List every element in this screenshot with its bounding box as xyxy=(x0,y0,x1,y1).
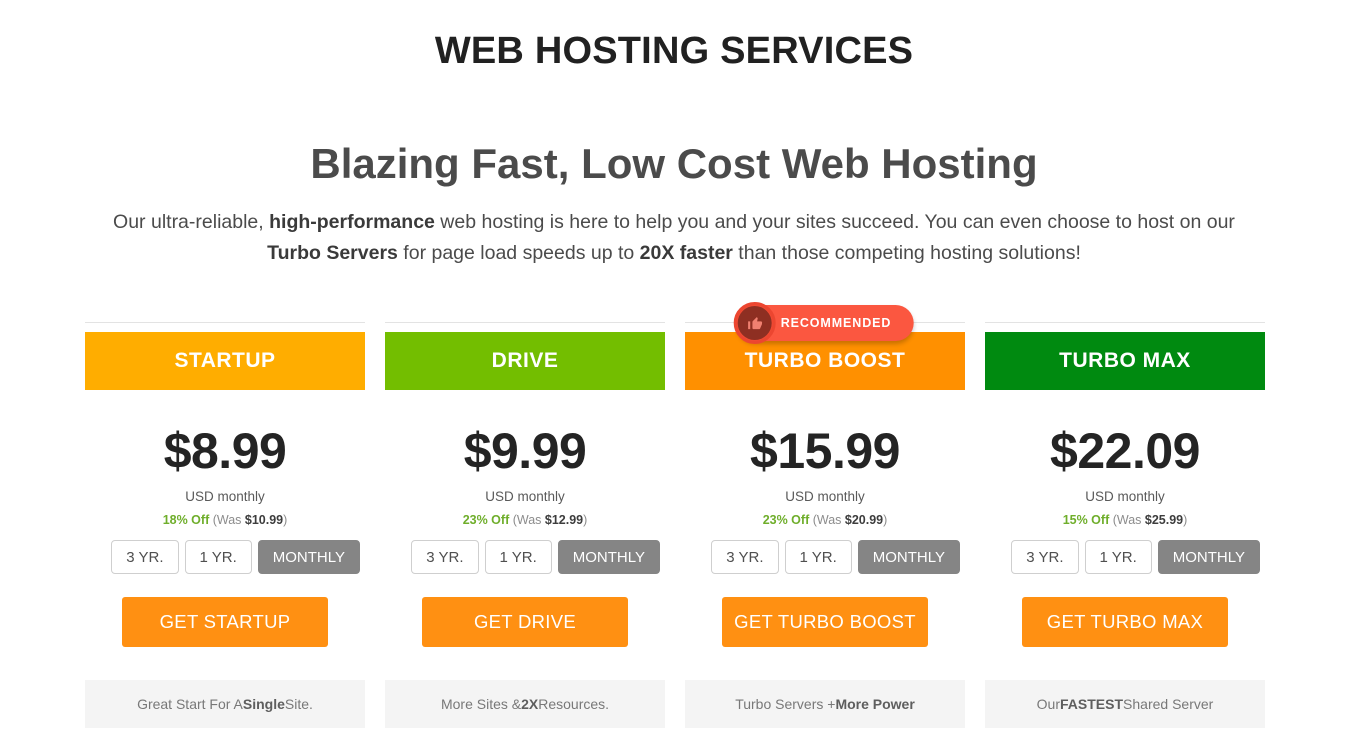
desc-text-4: than those competing hosting solutions! xyxy=(732,242,1081,264)
pricing-card: STARTUP $8.99 USD monthly 18% Off (Was $… xyxy=(85,322,365,728)
was-price: $20.99 xyxy=(844,513,884,527)
term-monthly-button[interactable]: MONTHLY xyxy=(557,540,660,574)
footer-text-post: Shared Server xyxy=(1123,696,1214,712)
plan-discount: 15% Off (Was $25.99) xyxy=(1063,513,1188,527)
term-monthly-button[interactable]: MONTHLY xyxy=(857,540,960,574)
term-3yr-button[interactable]: 3 YR. xyxy=(111,540,179,574)
plan-footer-note: Our FASTEST Shared Server xyxy=(985,680,1265,728)
pricing-plans-grid: STARTUP $8.99 USD monthly 18% Off (Was $… xyxy=(85,302,1265,728)
discount-percent: 23% Off xyxy=(762,513,810,527)
plan-discount: 23% Off (Was $12.99) xyxy=(463,513,588,527)
term-monthly-button[interactable]: MONTHLY xyxy=(257,540,360,574)
discount-percent: 23% Off xyxy=(462,513,510,527)
desc-text-1: Our ultra-reliable, xyxy=(113,211,270,233)
desc-text-3: for page load speeds up to xyxy=(397,242,640,264)
footer-text-bold: FASTEST xyxy=(1060,696,1124,712)
desc-bold-high-performance: high-performance xyxy=(269,211,435,233)
plan-price: $22.09 xyxy=(1050,423,1200,479)
plan-header: STARTUP xyxy=(85,332,365,390)
plan-name: STARTUP xyxy=(174,349,276,372)
was-prefix: (Was xyxy=(512,513,545,527)
plan-price: $15.99 xyxy=(750,423,900,479)
page-title: WEB HOSTING SERVICES xyxy=(434,30,914,72)
was-price: $12.99 xyxy=(544,513,584,527)
desc-text-2: web hosting is here to help you and your… xyxy=(434,211,1235,233)
plan-cta-button[interactable]: GET DRIVE xyxy=(422,597,628,647)
discount-percent: 18% Off xyxy=(162,513,210,527)
plan-discount: 23% Off (Was $20.99) xyxy=(763,513,888,527)
thumbs-up-icon xyxy=(733,302,776,344)
plan-price-unit: USD monthly xyxy=(485,489,565,504)
plan-price-unit: USD monthly xyxy=(1085,489,1165,504)
thumbs-up-icon-disc xyxy=(737,306,772,340)
term-selector: 3 YR. 1 YR. MONTHLY xyxy=(85,540,365,574)
term-1yr-button[interactable]: 1 YR. xyxy=(184,540,252,574)
plan-cta-button[interactable]: GET TURBO BOOST xyxy=(722,597,928,647)
plan-footer-note: Great Start For A Single Site. xyxy=(85,680,365,728)
plan-price-unit: USD monthly xyxy=(785,489,865,504)
footer-text-post: Site. xyxy=(284,696,313,712)
was-prefix: (Was xyxy=(1112,513,1145,527)
term-1yr-button[interactable]: 1 YR. xyxy=(484,540,552,574)
plan-cta-button[interactable]: GET TURBO MAX xyxy=(1022,597,1228,647)
plan-name: TURBO MAX xyxy=(1059,349,1191,372)
footer-text-bold: More Power xyxy=(835,696,915,712)
was-price: $10.99 xyxy=(244,513,284,527)
term-selector: 3 YR. 1 YR. MONTHLY xyxy=(985,540,1265,574)
footer-text-post: Resources. xyxy=(538,696,610,712)
was-price: $25.99 xyxy=(1144,513,1184,527)
footer-text-bold: Single xyxy=(242,696,285,712)
plan-price: $9.99 xyxy=(463,423,587,479)
was-suffix: ) xyxy=(883,513,888,527)
plan-header: TURBO MAX xyxy=(985,332,1265,390)
hero-heading: Blazing Fast, Low Cost Web Hosting xyxy=(310,140,1038,187)
term-3yr-button[interactable]: 3 YR. xyxy=(411,540,479,574)
term-1yr-button[interactable]: 1 YR. xyxy=(784,540,852,574)
term-selector: 3 YR. 1 YR. MONTHLY xyxy=(385,540,665,574)
plan-discount: 18% Off (Was $10.99) xyxy=(163,513,288,527)
was-suffix: ) xyxy=(283,513,288,527)
footer-text-bold: 2X xyxy=(521,696,539,712)
pricing-card: TURBO MAX $22.09 USD monthly 15% Off (Wa… xyxy=(985,322,1265,728)
plan-price-unit: USD monthly xyxy=(185,489,265,504)
was-suffix: ) xyxy=(1183,513,1188,527)
was-suffix: ) xyxy=(583,513,588,527)
recommended-badge-label: RECOMMENDED xyxy=(780,316,892,330)
pricing-page: WEB HOSTING SERVICES Blazing Fast, Low C… xyxy=(0,0,1348,751)
desc-bold-turbo-servers: Turbo Servers xyxy=(267,242,398,264)
plan-price: $8.99 xyxy=(163,423,287,479)
term-3yr-button[interactable]: 3 YR. xyxy=(1011,540,1079,574)
hero-description: Our ultra-reliable, high-performance web… xyxy=(84,207,1264,269)
term-selector: 3 YR. 1 YR. MONTHLY xyxy=(685,540,965,574)
term-3yr-button[interactable]: 3 YR. xyxy=(711,540,779,574)
plan-name: DRIVE xyxy=(491,349,559,372)
plan-footer-note: Turbo Servers + More Power xyxy=(685,680,965,728)
footer-text-pre: Turbo Servers + xyxy=(735,696,836,712)
desc-bold-20x-faster: 20X faster xyxy=(639,242,733,264)
plan-name: TURBO BOOST xyxy=(744,349,906,372)
recommended-badge: RECOMMENDED xyxy=(733,302,914,344)
was-prefix: (Was xyxy=(212,513,245,527)
footer-text-pre: More Sites & xyxy=(440,696,522,712)
footer-text-pre: Our xyxy=(1036,696,1061,712)
was-prefix: (Was xyxy=(812,513,845,527)
term-monthly-button[interactable]: MONTHLY xyxy=(1157,540,1260,574)
pricing-card: RECOMMENDED TURBO BOOST $15.99 USD month… xyxy=(685,302,965,728)
discount-percent: 15% Off xyxy=(1062,513,1110,527)
footer-text-pre: Great Start For A xyxy=(137,696,243,712)
plan-footer-note: More Sites & 2X Resources. xyxy=(385,680,665,728)
term-1yr-button[interactable]: 1 YR. xyxy=(1084,540,1152,574)
plan-header: DRIVE xyxy=(385,332,665,390)
plan-cta-button[interactable]: GET STARTUP xyxy=(122,597,328,647)
pricing-card: DRIVE $9.99 USD monthly 23% Off (Was $12… xyxy=(385,322,665,728)
